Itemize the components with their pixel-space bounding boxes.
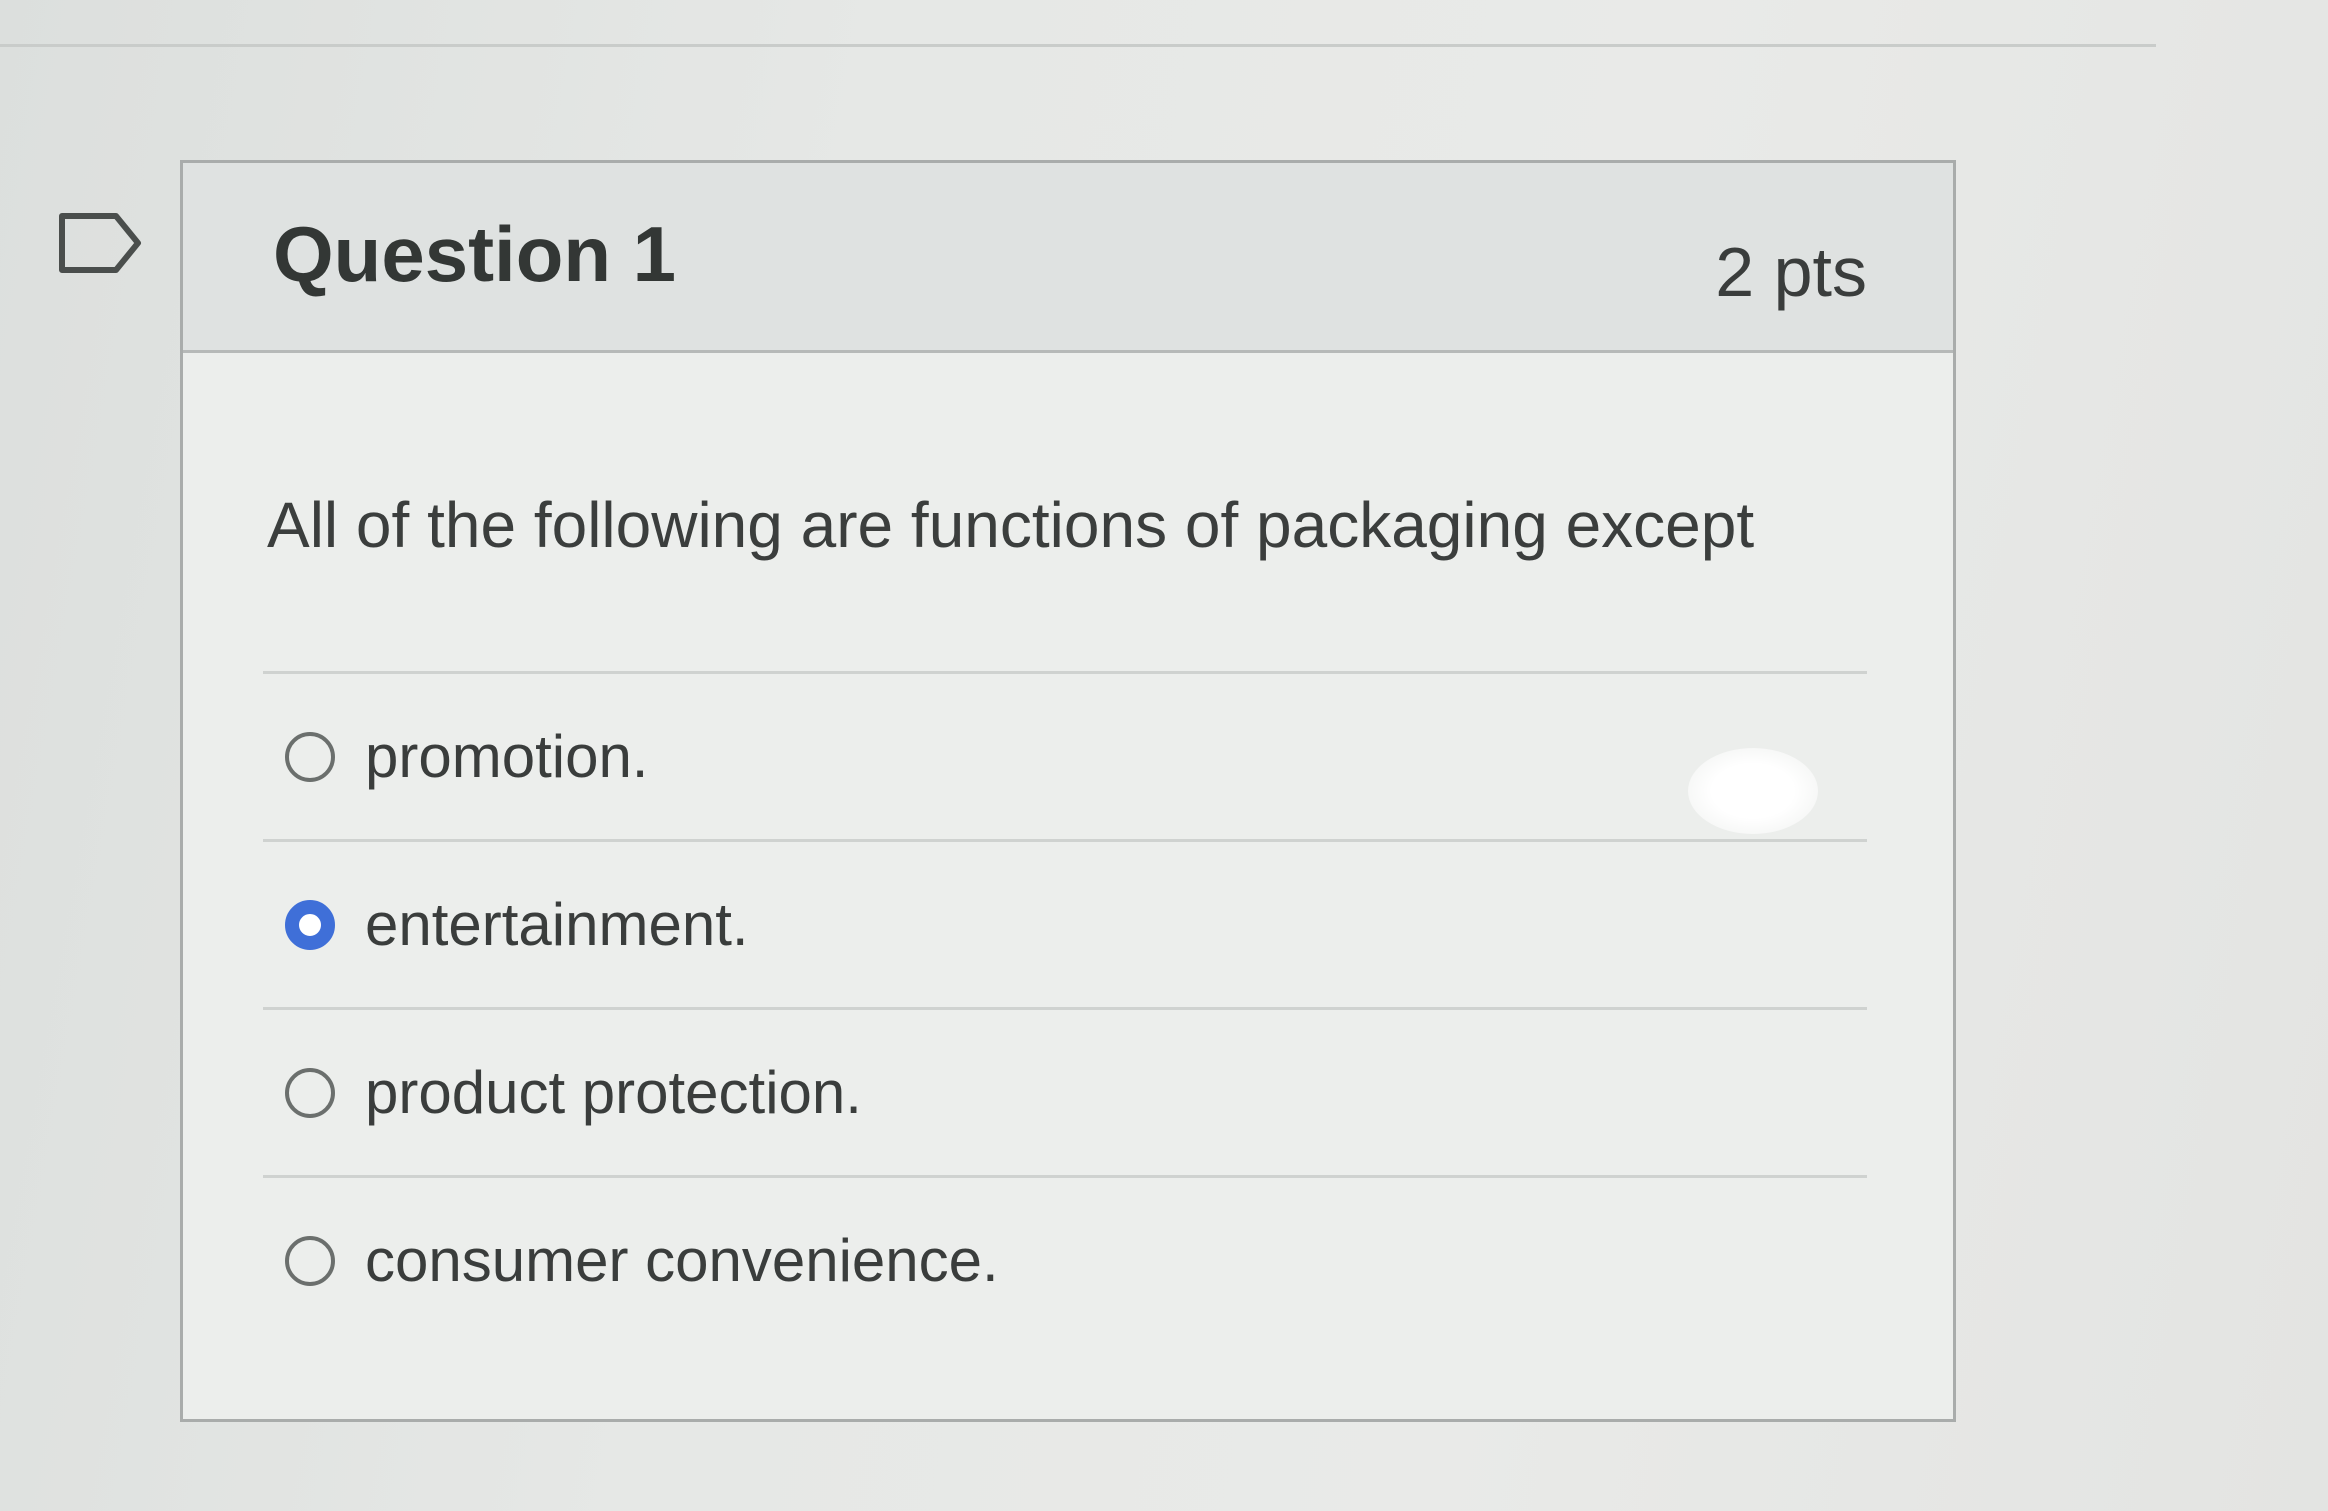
answer-label: promotion. xyxy=(365,722,649,790)
radio-button[interactable] xyxy=(285,731,335,782)
answer-label: entertainment. xyxy=(365,890,749,958)
radio-button[interactable] xyxy=(285,1067,335,1118)
answer-list: promotion. entertainment. product protec… xyxy=(263,671,1867,1343)
radio-button[interactable] xyxy=(285,1235,335,1286)
answer-option-promotion[interactable]: promotion. xyxy=(263,671,1867,839)
answer-label: consumer convenience. xyxy=(365,1226,999,1294)
question-header: Question 1 2 pts xyxy=(183,163,1953,353)
answer-option-product-protection[interactable]: product protection. xyxy=(263,1007,1867,1175)
flag-question-icon[interactable] xyxy=(56,208,146,278)
answer-option-consumer-convenience[interactable]: consumer convenience. xyxy=(263,1175,1867,1343)
answer-label: product protection. xyxy=(365,1058,862,1126)
question-points: 2 pts xyxy=(1715,233,1867,311)
question-card: Question 1 2 pts All of the following ar… xyxy=(180,160,1956,1422)
question-text: All of the following are functions of pa… xyxy=(267,489,1755,561)
top-divider xyxy=(0,44,2156,47)
answer-option-entertainment[interactable]: entertainment. xyxy=(263,839,1867,1007)
radio-button-selected[interactable] xyxy=(285,899,335,950)
question-title: Question 1 xyxy=(273,210,677,298)
